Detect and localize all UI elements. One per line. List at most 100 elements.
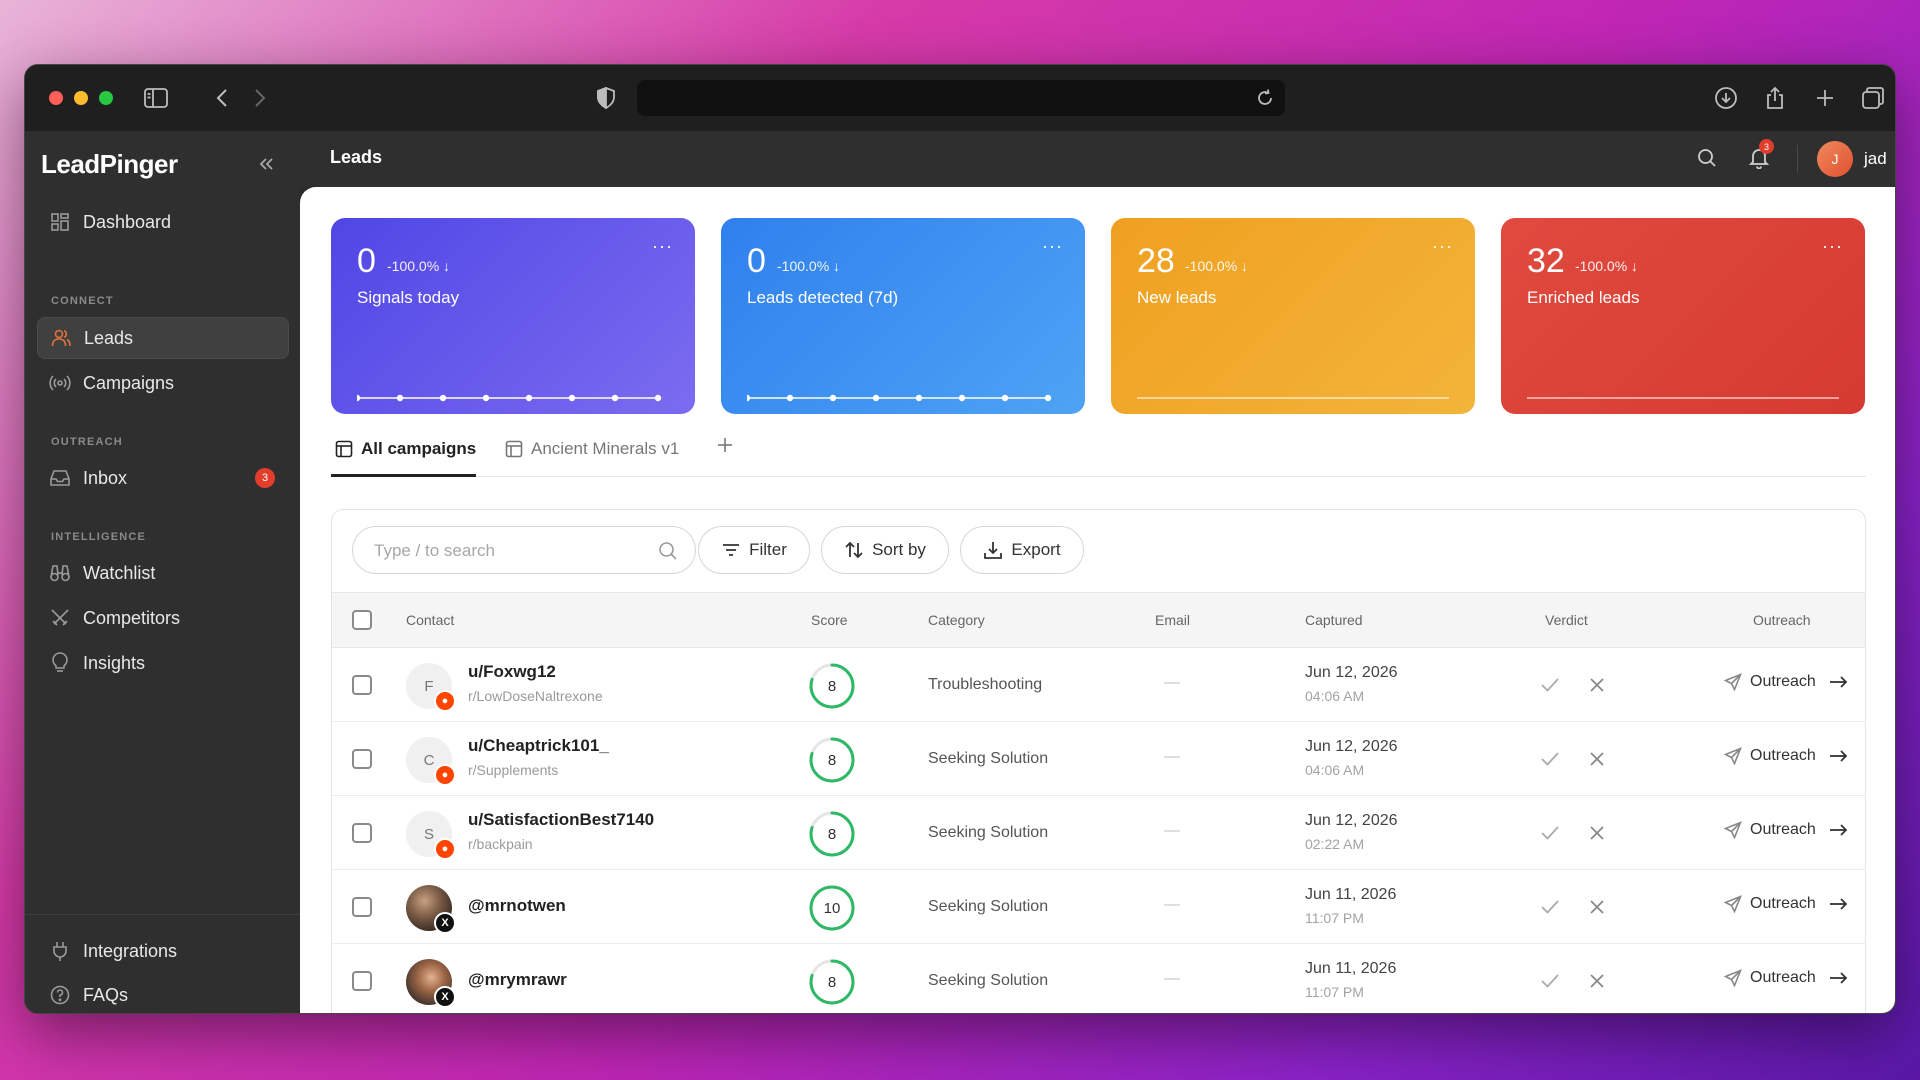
close-window-button[interactable]	[49, 91, 63, 105]
reject-x-icon[interactable]	[1586, 822, 1608, 844]
approve-check-icon[interactable]	[1539, 822, 1561, 844]
user-avatar[interactable]: J	[1817, 141, 1853, 177]
stat-card[interactable]: 0 -100.0% ↓ Leads detected (7d) ···	[721, 218, 1085, 414]
approve-check-icon[interactable]	[1539, 896, 1561, 918]
sidebar-item-faqs[interactable]: FAQs	[37, 975, 289, 1013]
tab-ancient-minerals[interactable]: Ancient Minerals v1	[505, 439, 679, 459]
sidebar-item-competitors[interactable]: Competitors	[37, 597, 289, 639]
tabs-overview-icon[interactable]	[1860, 85, 1886, 111]
column-category[interactable]: Category	[928, 612, 985, 628]
table-row[interactable]: X @mrymrawr 8 Seeking Solution — Jun 11, 2026…	[332, 944, 1865, 1013]
row-checkbox[interactable]	[352, 823, 372, 843]
sidebar-item-leads[interactable]: Leads	[37, 317, 289, 359]
reject-x-icon[interactable]	[1586, 896, 1608, 918]
add-tab-icon[interactable]	[717, 437, 733, 453]
contact-subreddit[interactable]: r/LowDoseNaltrexone	[468, 688, 603, 704]
reject-x-icon[interactable]	[1586, 970, 1608, 992]
outreach-label: Outreach	[1750, 969, 1816, 986]
stat-card[interactable]: 0 -100.0% ↓ Signals today ···	[331, 218, 695, 414]
column-contact[interactable]: Contact	[406, 612, 454, 628]
tab-all-campaigns[interactable]: All campaigns	[335, 439, 476, 459]
outreach-button[interactable]: Outreach	[1723, 672, 1848, 692]
table-row[interactable]: S ● u/SatisfactionBest7140 r/backpain 8 Seeki…	[332, 796, 1865, 870]
share-icon[interactable]	[1762, 85, 1788, 111]
category: Seeking Solution	[928, 898, 1049, 915]
download-icon[interactable]	[1713, 85, 1739, 111]
more-options-icon[interactable]: ···	[1822, 236, 1843, 257]
address-bar[interactable]	[637, 80, 1285, 116]
plug-icon	[49, 940, 71, 962]
stat-card[interactable]: 28 -100.0% ↓ New leads ···	[1111, 218, 1475, 414]
contact-subreddit[interactable]: r/backpain	[468, 836, 533, 852]
brand-logo[interactable]: LeadPinger	[41, 149, 178, 180]
approve-check-icon[interactable]	[1539, 748, 1561, 770]
shield-icon[interactable]	[593, 85, 619, 111]
sidebar-item-watchlist[interactable]: Watchlist	[37, 552, 289, 594]
more-options-icon[interactable]: ···	[1042, 236, 1063, 257]
email: —	[1164, 970, 1180, 987]
filter-button[interactable]: Filter	[698, 526, 810, 574]
reject-x-icon[interactable]	[1586, 674, 1608, 696]
approve-check-icon[interactable]	[1539, 674, 1561, 696]
send-icon	[1723, 969, 1742, 988]
delta-value: -100.0%	[777, 258, 830, 274]
contact-name[interactable]: @mrnotwen	[468, 896, 566, 916]
row-checkbox[interactable]	[352, 897, 372, 917]
table-icon	[505, 440, 523, 458]
outreach-button[interactable]: Outreach	[1723, 968, 1848, 988]
sidebar-item-integrations[interactable]: Integrations	[37, 930, 289, 972]
row-checkbox[interactable]	[352, 675, 372, 695]
back-icon[interactable]	[209, 85, 235, 111]
username[interactable]: jad	[1864, 149, 1887, 169]
reject-x-icon[interactable]	[1586, 748, 1608, 770]
sidebar-item-campaigns[interactable]: Campaigns	[37, 362, 289, 404]
email: —	[1164, 748, 1180, 765]
table-icon	[335, 440, 353, 458]
column-email[interactable]: Email	[1155, 612, 1190, 628]
table-row[interactable]: C ● u/Cheaptrick101_ r/Supplements 8 Seeking …	[332, 722, 1865, 796]
table-row[interactable]: X @mrnotwen 10 Seeking Solution — Jun 11, 202…	[332, 870, 1865, 944]
collapse-sidebar-icon[interactable]	[257, 155, 275, 179]
minimize-window-button[interactable]	[74, 91, 88, 105]
contact-name[interactable]: u/SatisfactionBest7140	[468, 810, 654, 830]
score-ring: 8	[808, 958, 856, 1006]
more-options-icon[interactable]: ···	[652, 236, 673, 257]
contact-subreddit[interactable]: r/Supplements	[468, 762, 558, 778]
stat-delta: -100.0% ↓	[1575, 258, 1638, 274]
sidebar-item-dashboard[interactable]: Dashboard	[37, 201, 289, 243]
contact-name[interactable]: u/Foxwg12	[468, 662, 556, 682]
row-checkbox[interactable]	[352, 749, 372, 769]
email: —	[1164, 674, 1180, 691]
sidebar-item-insights[interactable]: Insights	[37, 642, 289, 684]
column-score[interactable]: Score	[811, 612, 848, 628]
search-input[interactable]: Type / to search	[352, 526, 696, 574]
outreach-button[interactable]: Outreach	[1723, 820, 1848, 840]
column-verdict[interactable]: Verdict	[1545, 612, 1588, 628]
export-button[interactable]: Export	[960, 526, 1084, 574]
sort-button[interactable]: Sort by	[821, 526, 949, 574]
outreach-button[interactable]: Outreach	[1723, 746, 1848, 766]
maximize-window-button[interactable]	[99, 91, 113, 105]
column-captured[interactable]: Captured	[1305, 612, 1363, 628]
sidebar-toggle-icon[interactable]	[143, 85, 169, 111]
column-outreach[interactable]: Outreach	[1753, 612, 1811, 628]
x-logo-icon: X	[434, 986, 456, 1008]
section-label-outreach: OUTREACH	[51, 436, 123, 448]
approve-check-icon[interactable]	[1539, 970, 1561, 992]
search-icon[interactable]	[1696, 147, 1720, 171]
arrow-down-icon: ↓	[1631, 258, 1639, 274]
stat-card[interactable]: 32 -100.0% ↓ Enriched leads ···	[1501, 218, 1865, 414]
outreach-label: Outreach	[1750, 821, 1816, 838]
sidebar-item-inbox[interactable]: Inbox 3	[37, 457, 289, 499]
tab-label: Ancient Minerals v1	[531, 439, 680, 458]
new-tab-icon[interactable]	[1812, 85, 1838, 111]
select-all-checkbox[interactable]	[352, 610, 372, 630]
table-row[interactable]: F ● u/Foxwg12 r/LowDoseNaltrexone 8 Troublesh…	[332, 648, 1865, 722]
row-checkbox[interactable]	[352, 971, 372, 991]
outreach-button[interactable]: Outreach	[1723, 894, 1848, 914]
reload-icon[interactable]	[1255, 88, 1275, 108]
more-options-icon[interactable]: ···	[1432, 236, 1453, 257]
contact-name[interactable]: u/Cheaptrick101_	[468, 736, 609, 756]
forward-icon[interactable]	[247, 85, 273, 111]
contact-name[interactable]: @mrymrawr	[468, 970, 567, 990]
